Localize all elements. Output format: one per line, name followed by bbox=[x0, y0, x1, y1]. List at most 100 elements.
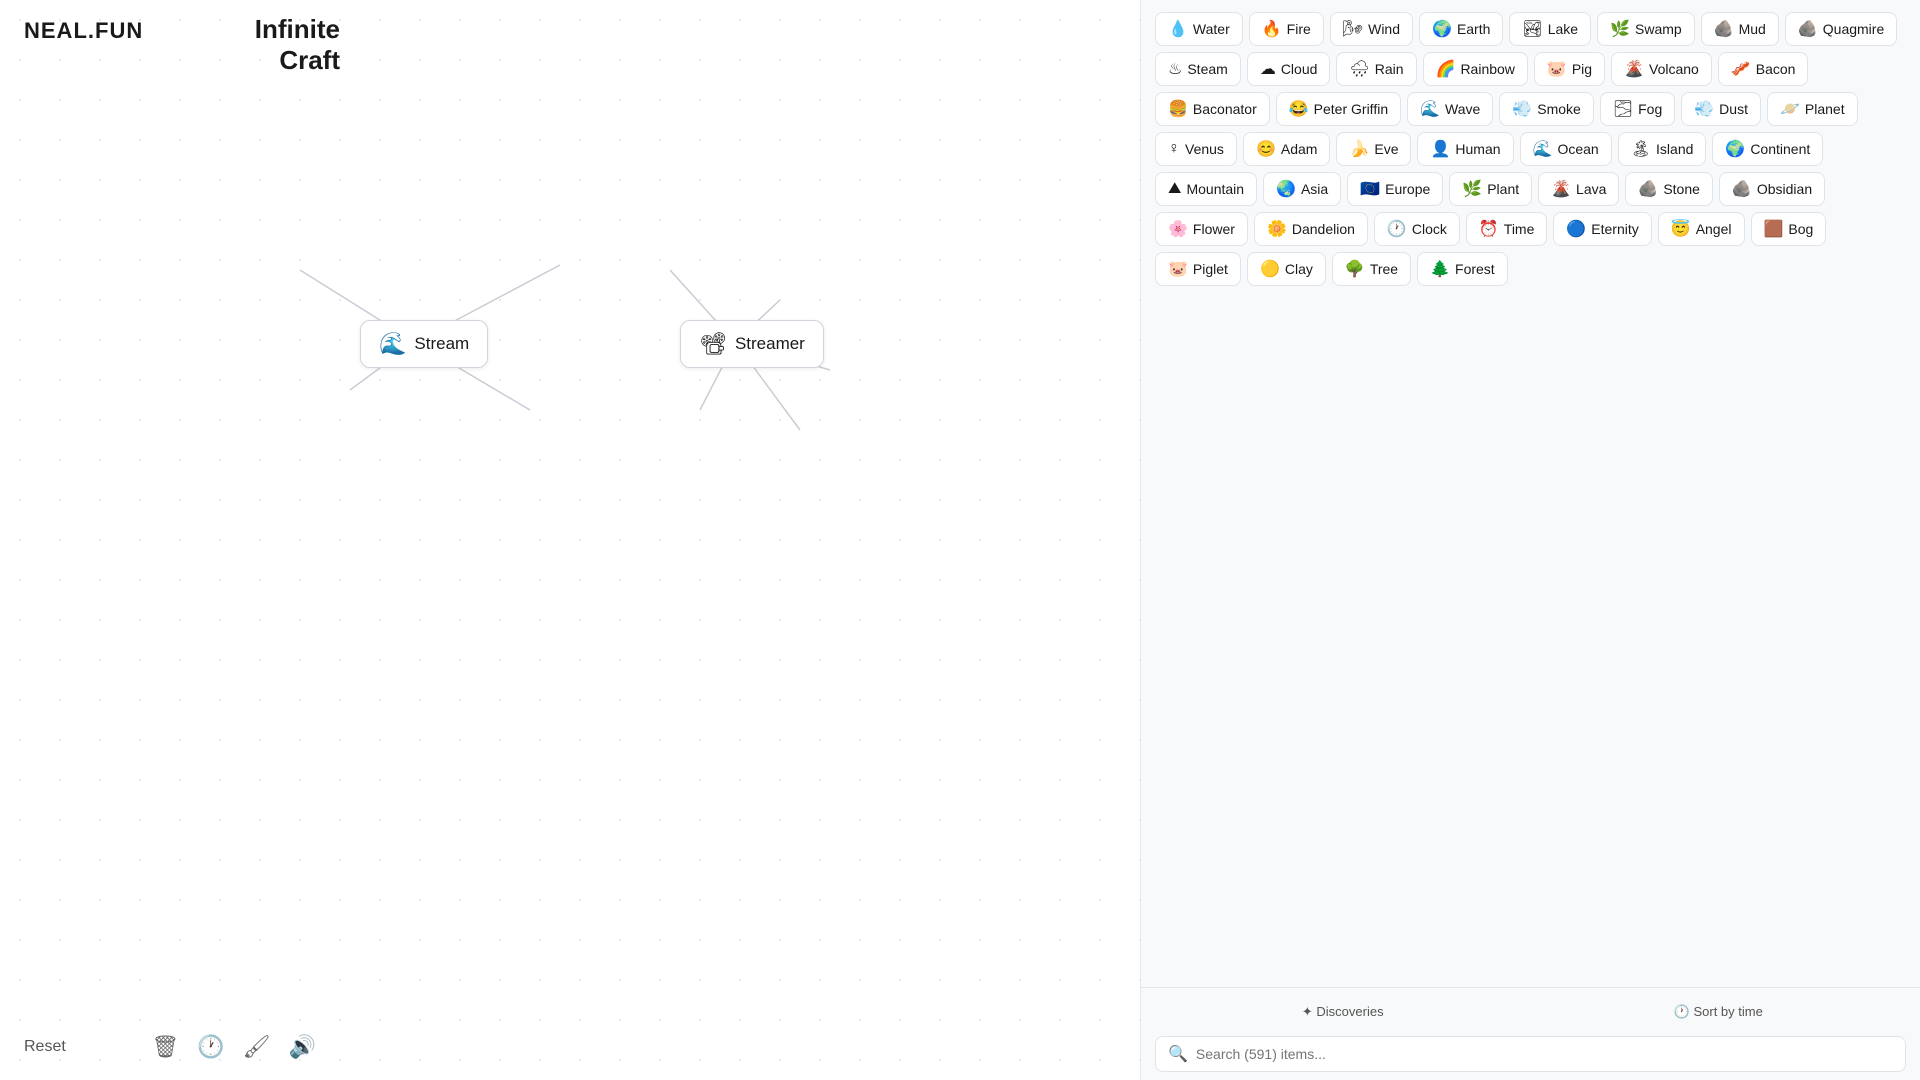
element-chip-planet[interactable]: 🪐Planet bbox=[1767, 92, 1858, 126]
element-chip-quagmire[interactable]: 🪨Quagmire bbox=[1785, 12, 1897, 46]
element-chip-asia[interactable]: 🌏Asia bbox=[1263, 172, 1341, 206]
chip-emoji: 🌊 bbox=[1420, 99, 1440, 119]
element-chip-peter-griffin[interactable]: 😂Peter Griffin bbox=[1276, 92, 1401, 126]
chip-emoji: 🐷 bbox=[1168, 259, 1188, 279]
chip-label: Europe bbox=[1385, 181, 1430, 197]
element-chip-adam[interactable]: 😊Adam bbox=[1243, 132, 1331, 166]
chip-emoji: 🪨 bbox=[1714, 19, 1734, 39]
canvas-element-streamer[interactable]: 📽Streamer bbox=[680, 320, 824, 368]
chip-emoji: ♀ bbox=[1168, 140, 1180, 158]
chip-emoji: 😇 bbox=[1671, 219, 1691, 239]
chip-emoji: 🌧 bbox=[1349, 59, 1369, 79]
history-icon[interactable]: 🕐 bbox=[197, 1034, 224, 1060]
stream-emoji: 🌊 bbox=[379, 331, 406, 357]
element-chip-stone[interactable]: 🪨Stone bbox=[1625, 172, 1713, 206]
element-chip-earth[interactable]: 🌍Earth bbox=[1419, 12, 1503, 46]
element-chip-lava[interactable]: 🌋Lava bbox=[1538, 172, 1619, 206]
chip-emoji: 🌲 bbox=[1430, 259, 1450, 279]
element-chip-mud[interactable]: 🪨Mud bbox=[1701, 12, 1779, 46]
element-chip-ocean[interactable]: 🌊Ocean bbox=[1520, 132, 1612, 166]
element-chip-tree[interactable]: 🌳Tree bbox=[1332, 252, 1411, 286]
element-chip-baconator[interactable]: 🍔Baconator bbox=[1155, 92, 1270, 126]
chip-label: Smoke bbox=[1537, 101, 1581, 117]
chip-emoji: 🍌 bbox=[1349, 139, 1369, 159]
chip-label: Piglet bbox=[1193, 261, 1228, 277]
reset-button[interactable]: Reset bbox=[24, 1038, 66, 1056]
canvas-area[interactable]: NEAL.FUN Infinite Craft 🌊Stream📽Streamer… bbox=[0, 0, 1140, 1080]
chip-label: Adam bbox=[1281, 141, 1318, 157]
chip-label: Ocean bbox=[1557, 141, 1598, 157]
discoveries-tab[interactable]: ✦ Discoveries bbox=[1155, 996, 1531, 1028]
element-chip-bog[interactable]: 🟫Bog bbox=[1751, 212, 1827, 246]
chip-label: Cloud bbox=[1281, 61, 1318, 77]
search-input[interactable] bbox=[1196, 1046, 1893, 1062]
element-chip-bacon[interactable]: 🥓Bacon bbox=[1718, 52, 1809, 86]
chip-emoji: ♨ bbox=[1168, 59, 1182, 79]
element-chip-pig[interactable]: 🐷Pig bbox=[1534, 52, 1605, 86]
element-chip-mountain[interactable]: ⛰Mountain bbox=[1155, 172, 1257, 206]
element-chip-rainbow[interactable]: 🌈Rainbow bbox=[1423, 52, 1528, 86]
element-chip-human[interactable]: 👤Human bbox=[1417, 132, 1513, 166]
chip-emoji: 🌍 bbox=[1725, 139, 1745, 159]
element-chip-piglet[interactable]: 🐷 Piglet bbox=[1155, 252, 1241, 286]
chip-label: Bacon bbox=[1756, 61, 1796, 77]
element-chip-dust[interactable]: 💨Dust bbox=[1681, 92, 1761, 126]
element-chip-forest[interactable]: 🌲Forest bbox=[1417, 252, 1508, 286]
chip-label: Plant bbox=[1487, 181, 1519, 197]
element-chip-fire[interactable]: 🔥Fire bbox=[1249, 12, 1324, 46]
trash-icon[interactable]: 🗑 bbox=[151, 1034, 179, 1060]
chip-emoji: 🌏 bbox=[1276, 179, 1296, 199]
canvas-element-stream[interactable]: 🌊 Stream bbox=[360, 320, 488, 368]
element-chip-water[interactable]: 💧Water bbox=[1155, 12, 1243, 46]
element-chip-steam[interactable]: ♨Steam bbox=[1155, 52, 1241, 86]
element-chip-wave[interactable]: 🌊 Wave bbox=[1407, 92, 1493, 126]
chip-label: Angel bbox=[1696, 221, 1732, 237]
chip-emoji: 🍔 bbox=[1168, 99, 1188, 119]
element-chip-obsidian[interactable]: 🪨Obsidian bbox=[1719, 172, 1825, 206]
chip-emoji: 🇪🇺 bbox=[1360, 179, 1380, 199]
stream-label: Stream bbox=[414, 334, 469, 354]
element-chip-lake[interactable]: 🏞Lake bbox=[1509, 12, 1591, 46]
chip-label: Wave bbox=[1445, 101, 1480, 117]
chip-emoji: 🌼 bbox=[1267, 219, 1287, 239]
chip-emoji: 🟡 bbox=[1260, 259, 1280, 279]
toolbar-icons: 🗑 🕐 🖌 🔊 bbox=[151, 1034, 316, 1060]
chip-label: Wind bbox=[1368, 21, 1400, 37]
element-chip-smoke[interactable]: 💨Smoke bbox=[1499, 92, 1594, 126]
element-chip-clock[interactable]: 🕐Clock bbox=[1374, 212, 1460, 246]
element-chip-clay[interactable]: 🟡 Clay bbox=[1247, 252, 1326, 286]
bottom-toolbar: Reset 🗑 🕐 🖌 🔊 bbox=[0, 1034, 340, 1060]
element-chip-wind[interactable]: 🌬Wind bbox=[1330, 12, 1413, 46]
chip-label: Fire bbox=[1287, 21, 1311, 37]
chip-emoji: ⛰ bbox=[1168, 180, 1181, 198]
element-chip-venus[interactable]: ♀Venus bbox=[1155, 132, 1237, 166]
element-chip-swamp[interactable]: 🌿Swamp bbox=[1597, 12, 1695, 46]
element-chip-volcano[interactable]: 🌋Volcano bbox=[1611, 52, 1712, 86]
element-chip-dandelion[interactable]: 🌼Dandelion bbox=[1254, 212, 1368, 246]
sort-tab[interactable]: 🕐 Sort by time bbox=[1531, 996, 1907, 1028]
element-chip-plant[interactable]: 🌿Plant bbox=[1449, 172, 1532, 206]
chip-label: Flower bbox=[1193, 221, 1235, 237]
sidebar: 💧Water🔥Fire🌬Wind🌍Earth🏞Lake🌿Swamp🪨Mud🪨Qu… bbox=[1140, 0, 1920, 1080]
chip-label: Clay bbox=[1285, 261, 1313, 277]
brush-icon[interactable]: 🖌 bbox=[243, 1034, 271, 1060]
element-chip-fog[interactable]: 🌫Fog bbox=[1600, 92, 1675, 126]
element-chip-time[interactable]: ⏰Time bbox=[1466, 212, 1548, 246]
element-chip-europe[interactable]: 🇪🇺 Europe bbox=[1347, 172, 1443, 206]
chip-emoji: 🌋 bbox=[1624, 59, 1644, 79]
footer-tabs: ✦ Discoveries 🕐 Sort by time bbox=[1155, 996, 1906, 1028]
volume-icon[interactable]: 🔊 bbox=[289, 1034, 316, 1060]
chip-emoji: 🌈 bbox=[1436, 59, 1456, 79]
chip-emoji: 🌫 bbox=[1613, 99, 1633, 119]
chip-emoji: ⏰ bbox=[1479, 219, 1499, 239]
element-chip-island[interactable]: 🏝Island bbox=[1618, 132, 1707, 166]
chip-emoji: 🕐 bbox=[1387, 219, 1407, 239]
element-chip-eternity[interactable]: 🔵Eternity bbox=[1553, 212, 1651, 246]
chip-label: Eve bbox=[1374, 141, 1398, 157]
element-chip-rain[interactable]: 🌧Rain bbox=[1336, 52, 1416, 86]
element-chip-angel[interactable]: 😇 Angel bbox=[1658, 212, 1745, 246]
element-chip-flower[interactable]: 🌸Flower bbox=[1155, 212, 1248, 246]
element-chip-eve[interactable]: 🍌 Eve bbox=[1336, 132, 1411, 166]
element-chip-continent[interactable]: 🌍Continent bbox=[1712, 132, 1823, 166]
element-chip-cloud[interactable]: ☁Cloud bbox=[1247, 52, 1331, 86]
